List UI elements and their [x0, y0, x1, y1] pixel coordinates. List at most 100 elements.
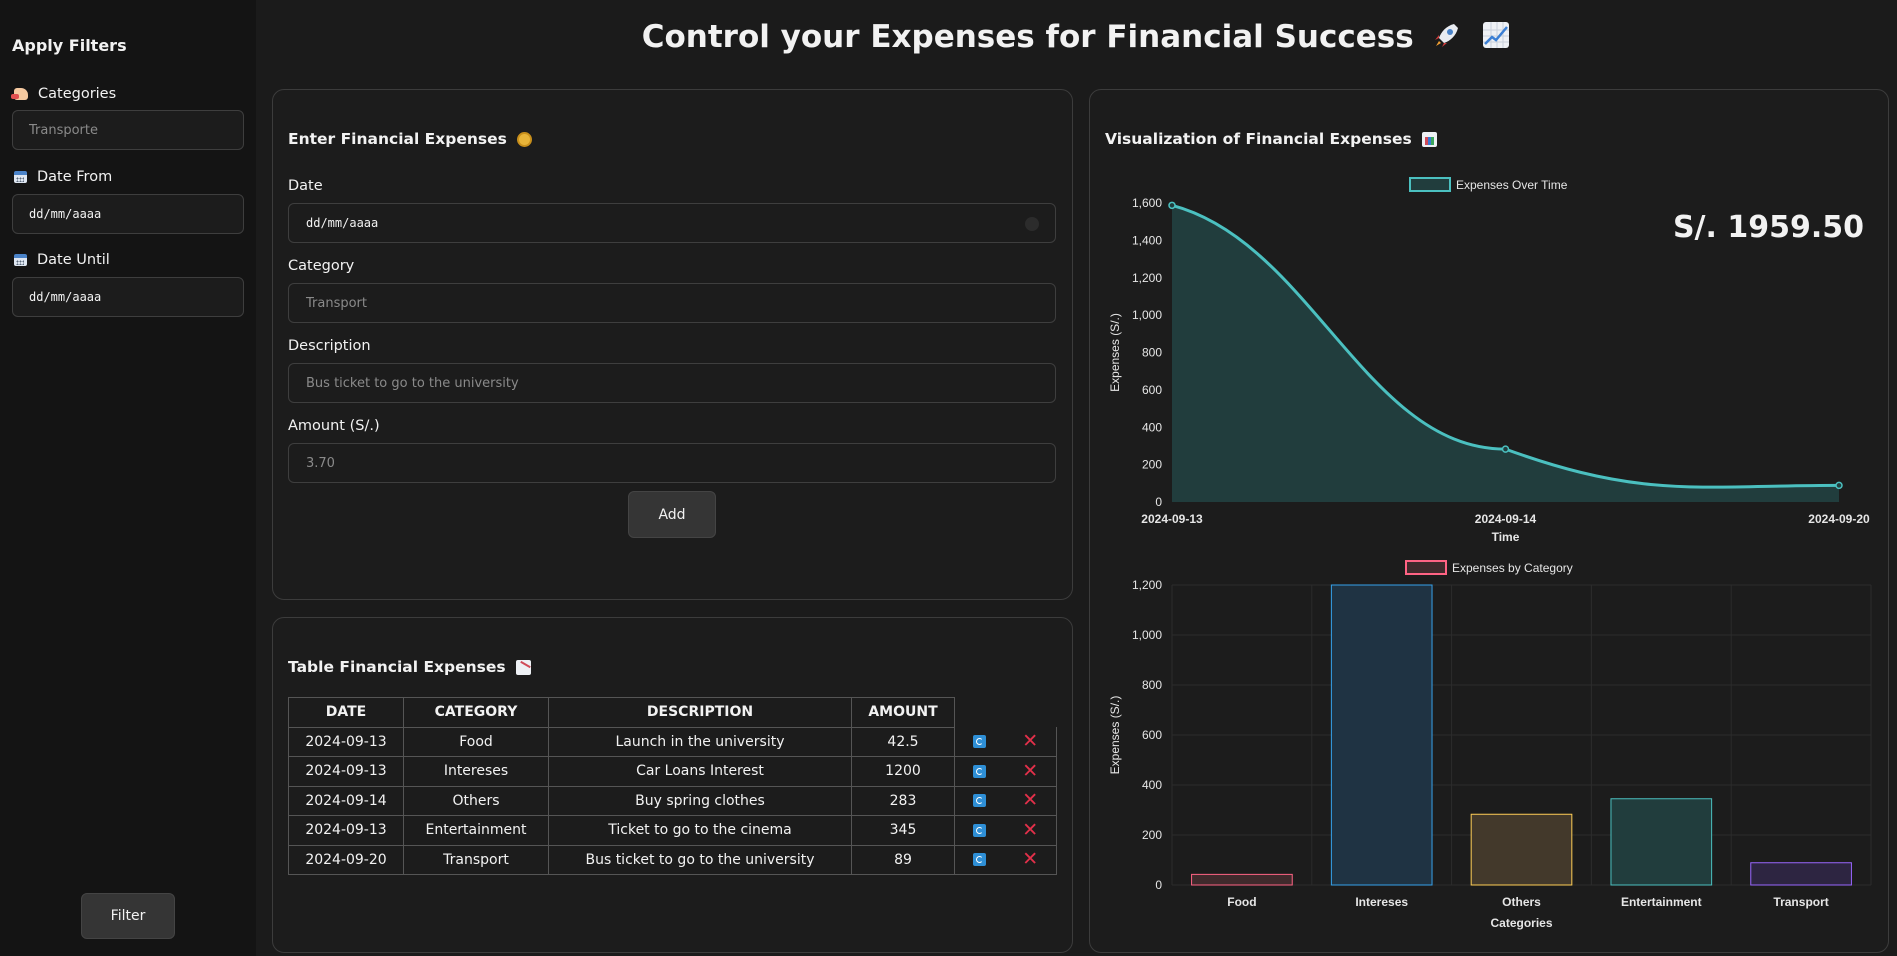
cell-amount: 283 — [851, 785, 955, 816]
categories-label: Categories — [11, 86, 117, 102]
delete-icon[interactable]: ✕ — [1022, 789, 1038, 811]
table-row: 2024-09-13 Intereses Car Loans Interest … — [288, 756, 1057, 787]
cell-description: Car Loans Interest — [548, 756, 852, 787]
cell-amount: 1200 — [851, 756, 955, 787]
x-axis-label: Time — [1492, 530, 1520, 544]
x-tick-label: Intereses — [1355, 895, 1408, 909]
description-label: Description — [288, 338, 371, 354]
bar — [1610, 798, 1713, 886]
data-point — [1501, 445, 1510, 453]
bar — [1330, 584, 1433, 886]
y-tick-label: 600 — [1142, 383, 1162, 397]
update-cell — [954, 756, 1005, 787]
date-until-label-text: Date Until — [37, 252, 110, 268]
page-title: Control your Expenses for Financial Succ… — [256, 19, 1897, 58]
update-icon[interactable] — [973, 853, 987, 867]
cell-amount: 345 — [851, 815, 955, 846]
x-tick-label: 2024-09-20 — [1808, 512, 1870, 526]
delete-icon[interactable]: ✕ — [1022, 819, 1038, 841]
bar-chart-icon — [1421, 131, 1437, 147]
form-title: Enter Financial Expenses — [288, 130, 532, 148]
x-tick-label: 2024-09-13 — [1141, 512, 1203, 526]
bar — [1470, 813, 1573, 886]
delete-icon[interactable]: ✕ — [1022, 848, 1038, 870]
y-tick-label: 600 — [1142, 728, 1162, 742]
delete-icon[interactable]: ✕ — [1022, 760, 1038, 782]
form-title-text: Enter Financial Expenses — [288, 130, 507, 148]
cell-date: 2024-09-13 — [288, 726, 404, 757]
x-tick-label: Entertainment — [1621, 895, 1702, 909]
delete-cell: ✕ — [1004, 845, 1057, 875]
calendar-icon — [14, 171, 27, 183]
legend-swatch — [1409, 177, 1451, 192]
header-description: DESCRIPTION — [548, 697, 852, 728]
cell-date: 2024-09-13 — [288, 756, 404, 787]
visualization-title-text: Visualization of Financial Expenses — [1105, 130, 1412, 148]
update-icon[interactable] — [973, 735, 987, 748]
y-tick-label: 400 — [1142, 778, 1162, 792]
category-input[interactable]: Transport — [288, 283, 1056, 323]
date-until-input[interactable]: dd/mm/aaaa — [12, 277, 244, 317]
description-input[interactable]: Bus ticket to go to the university — [288, 363, 1056, 403]
date-from-label-text: Date From — [37, 169, 113, 185]
legend-label: Expenses Over Time — [1456, 178, 1568, 192]
y-tick-label: 1,400 — [1132, 233, 1162, 247]
y-tick-label: 400 — [1142, 420, 1162, 434]
y-tick-label: 800 — [1142, 678, 1162, 692]
y-axis-label: Expenses (S/.) — [1108, 313, 1122, 392]
cell-amount: 89 — [851, 844, 955, 875]
x-tick-label: Transport — [1773, 895, 1828, 909]
delete-icon[interactable]: ✕ — [1022, 730, 1038, 752]
filter-sidebar: Apply Filters Categories Transporte Date… — [0, 0, 256, 956]
area-fill — [1172, 205, 1839, 502]
update-icon[interactable] — [973, 764, 987, 778]
legend-swatch — [1405, 560, 1447, 575]
update-cell — [954, 786, 1005, 816]
header-spacer — [1005, 698, 1057, 728]
header-amount: AMOUNT — [851, 697, 955, 728]
table-row: 2024-09-20 Transport Bus ticket to go to… — [288, 844, 1057, 875]
y-tick-label: 1,200 — [1132, 578, 1162, 592]
update-icon[interactable] — [973, 823, 987, 837]
date-from-label: Date From — [14, 169, 112, 185]
cell-category: Others — [403, 785, 549, 816]
filter-button[interactable]: Filter — [81, 893, 175, 939]
delete-cell: ✕ — [1004, 815, 1057, 846]
table-row: 2024-09-13 Entertainment Ticket to go to… — [288, 815, 1057, 846]
cell-description: Bus ticket to go to the university — [548, 844, 852, 875]
y-tick-label: 200 — [1142, 458, 1162, 472]
y-axis-label: Expenses (S/.) — [1108, 696, 1122, 775]
update-icon[interactable] — [973, 794, 987, 808]
x-axis-label: Categories — [1490, 916, 1552, 930]
cell-date: 2024-09-20 — [288, 844, 404, 875]
cell-amount: 42.5 — [851, 726, 955, 757]
sidebar-title: Apply Filters — [12, 36, 127, 55]
expenses-over-time-chart: Expenses Over Time 0 200 400 600 800 1,000 1,20… — [1108, 177, 1870, 544]
delete-cell: ✕ — [1004, 727, 1057, 757]
expenses-by-category-chart: Expenses by Category 0 200 400 600 800 1,000 1,… — [1108, 560, 1872, 930]
amount-input[interactable]: 3.70 — [288, 443, 1056, 483]
categories-label-text: Categories — [38, 86, 117, 102]
x-tick-label: 2024-09-14 — [1475, 512, 1537, 526]
page-title-text: Control your Expenses for Financial Succ… — [641, 19, 1414, 55]
delete-cell: ✕ — [1004, 756, 1057, 787]
categories-filter-input[interactable]: Transporte — [12, 110, 244, 150]
legend-label: Expenses by Category — [1452, 561, 1573, 575]
cell-date: 2024-09-14 — [288, 785, 404, 816]
cell-description: Launch in the university — [548, 726, 852, 757]
add-button[interactable]: Add — [628, 491, 716, 538]
cell-description: Ticket to go to the cinema — [548, 815, 852, 846]
delete-cell: ✕ — [1004, 786, 1057, 816]
date-input[interactable]: dd/mm/aaaa — [288, 203, 1056, 243]
category-label: Category — [288, 258, 355, 274]
y-tick-label: 1,000 — [1132, 628, 1162, 642]
date-from-input[interactable]: dd/mm/aaaa — [12, 194, 244, 234]
date-until-label: Date Until — [14, 252, 110, 268]
calendar-picker-icon[interactable] — [1025, 217, 1039, 231]
cell-category: Food — [403, 726, 549, 757]
hand-pointing-icon — [11, 88, 28, 100]
calendar-icon — [14, 254, 27, 266]
update-cell — [954, 815, 1005, 846]
y-tick-label: 200 — [1142, 828, 1162, 842]
y-tick-label: 0 — [1155, 878, 1162, 892]
